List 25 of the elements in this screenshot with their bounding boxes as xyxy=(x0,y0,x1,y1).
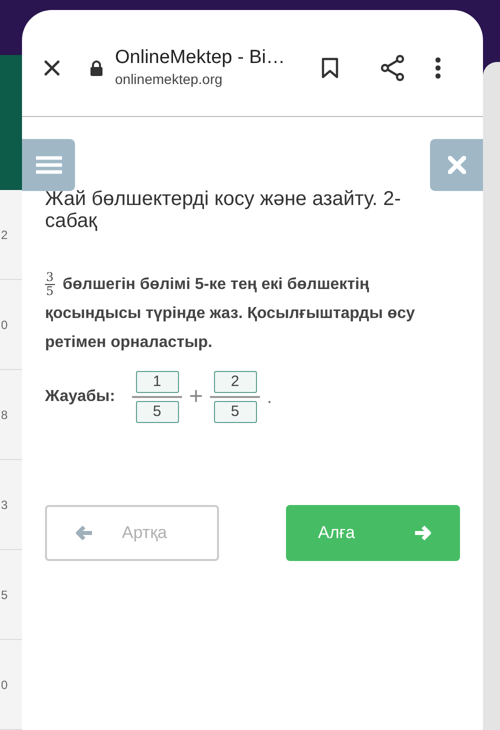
bookmark-icon[interactable] xyxy=(321,57,339,79)
lesson-title: Жай бөлшектерді косу және азайту. 2-сабақ xyxy=(45,188,402,232)
number-label: 3 xyxy=(1,496,8,514)
more-icon[interactable] xyxy=(435,57,441,79)
answer-box[interactable]: 5 xyxy=(214,401,257,423)
menu-icon xyxy=(36,155,62,175)
number-label: 0 xyxy=(1,316,8,334)
close-icon xyxy=(448,156,466,174)
right-arrow-icon xyxy=(414,525,432,541)
number-label: 8 xyxy=(1,406,8,424)
close-icon[interactable] xyxy=(42,58,62,78)
period: . xyxy=(267,386,272,408)
number-label: 0 xyxy=(1,676,8,694)
left-arrow-icon xyxy=(75,525,93,541)
share-icon[interactable] xyxy=(381,55,405,81)
plus-sign: + xyxy=(189,382,204,412)
page-title: OnlineMektep - Bi… xyxy=(115,47,286,69)
answer-label: Жауабы: xyxy=(45,387,116,407)
page-url: onlinemektep.org xyxy=(115,70,224,89)
number-label: 5 xyxy=(1,586,8,604)
answer-box[interactable]: 2 xyxy=(214,371,257,393)
number-label: 2 xyxy=(1,226,8,244)
lock-icon xyxy=(90,60,103,76)
answer-box[interactable]: 1 xyxy=(136,371,179,393)
answer-box[interactable]: 5 xyxy=(136,401,179,423)
